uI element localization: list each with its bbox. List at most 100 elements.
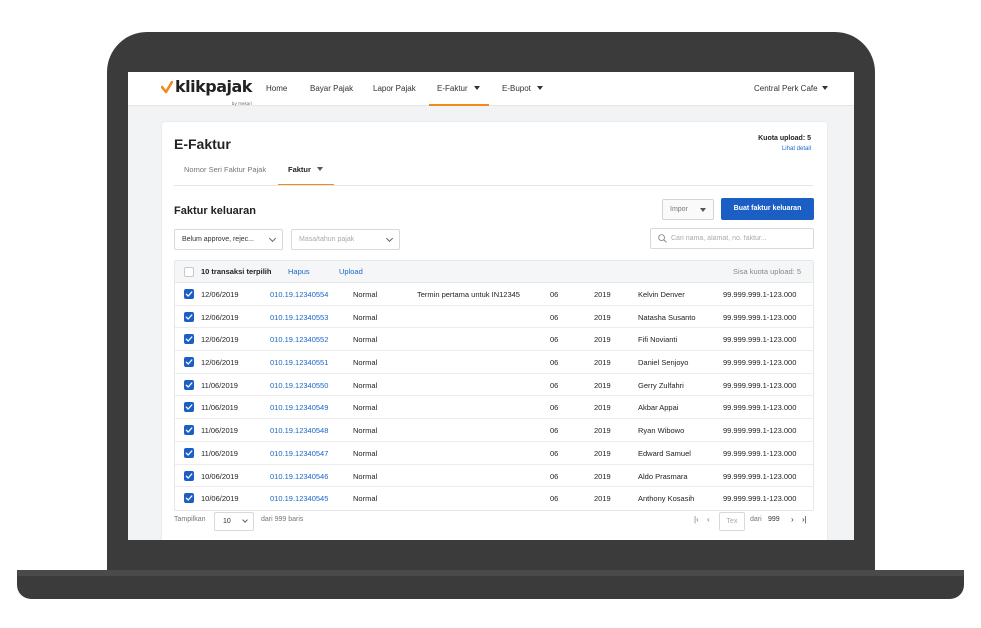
subtab-divider xyxy=(174,185,813,186)
cell-npwp: 99.999.999.1-123.000 xyxy=(723,380,797,390)
cell-month: 06 xyxy=(550,448,559,458)
search-input[interactable] xyxy=(671,232,809,245)
nav-e-faktur[interactable]: E-Faktur xyxy=(429,72,489,106)
check-icon xyxy=(185,450,193,456)
cell-type: Normal xyxy=(353,403,378,413)
first-page-icon[interactable]: |‹ xyxy=(694,515,699,524)
page-title: E-Faktur xyxy=(174,136,231,152)
period-filter-select[interactable]: Masa/tahun pajak xyxy=(291,229,400,250)
subtab-nomor-seri[interactable]: Nomor Seri Faktur Pajak xyxy=(184,162,266,186)
cell-year: 2019 xyxy=(594,380,611,390)
cell-invoice-number[interactable]: 010.19.12340546 xyxy=(270,472,328,481)
table-body: 12/06/2019 010.19.12340554 Normal Termin pe… xyxy=(175,283,813,510)
row-checkbox[interactable] xyxy=(184,470,194,481)
cell-invoice-number[interactable]: 010.19.12340552 xyxy=(270,335,328,344)
upload-selected-link[interactable]: Upload xyxy=(339,267,363,276)
page-number-input[interactable]: Tex xyxy=(719,512,745,531)
last-page-icon[interactable]: ›| xyxy=(802,515,807,524)
create-invoice-button[interactable]: Buat faktur keluaran xyxy=(721,198,814,220)
cell-customer-name: Natasha Susanto xyxy=(638,312,696,322)
logo-check-icon xyxy=(161,81,173,94)
prev-page-icon[interactable]: ‹ xyxy=(707,515,710,524)
nav-home-label: Home xyxy=(266,84,288,93)
cell-date: 12/06/2019 xyxy=(201,335,239,345)
table-row[interactable]: 12/06/2019 010.19.12340553 Normal 06 2019 Nat… xyxy=(175,306,813,329)
row-checkbox[interactable] xyxy=(184,447,194,458)
table-row[interactable]: 12/06/2019 010.19.12340554 Normal Termin pe… xyxy=(175,283,813,306)
select-all-checkbox[interactable] xyxy=(184,267,194,277)
table-row[interactable]: 10/06/2019 010.19.12340545 Normal 06 2019 Ant… xyxy=(175,487,813,510)
company-switcher[interactable]: Central Perk Cafe xyxy=(754,72,828,106)
table-row[interactable]: 12/06/2019 010.19.12340551 Normal 06 2019 Dan… xyxy=(175,351,813,374)
cell-npwp: 99.999.999.1-123.000 xyxy=(723,403,797,413)
brand-logo[interactable]: klikpajak by mekari xyxy=(161,77,252,107)
period-filter-placeholder: Masa/tahun pajak xyxy=(299,236,355,243)
cell-year: 2019 xyxy=(594,312,611,322)
cell-npwp: 99.999.999.1-123.000 xyxy=(723,358,797,368)
page-size-select[interactable]: 10 xyxy=(214,512,254,531)
table-row[interactable]: 11/06/2019 010.19.12340547 Normal 06 2019 Edw… xyxy=(175,442,813,465)
next-page-icon[interactable]: › xyxy=(791,515,794,524)
nav-e-bupot[interactable]: E-Bupot xyxy=(502,72,543,106)
row-checkbox[interactable] xyxy=(184,402,194,413)
row-checkbox[interactable] xyxy=(184,311,194,322)
row-checkbox[interactable] xyxy=(184,357,194,368)
cell-invoice-number[interactable]: 010.19.12340554 xyxy=(270,290,328,299)
cell-date: 12/06/2019 xyxy=(201,290,239,299)
cell-note: Termin pertama untuk IN12345 xyxy=(417,290,520,299)
cell-month: 06 xyxy=(550,494,559,504)
table-row[interactable]: 12/06/2019 010.19.12340552 Normal 06 2019 Fif… xyxy=(175,328,813,352)
remaining-quota: Sisa kuota upload: 5 xyxy=(733,267,801,276)
row-checkbox[interactable] xyxy=(184,379,194,390)
chevron-down-icon xyxy=(268,234,277,243)
row-checkbox[interactable] xyxy=(184,289,194,299)
brand-name: klikpajak by mekari xyxy=(175,77,252,107)
cell-invoice-number[interactable]: 010.19.12340550 xyxy=(270,381,328,390)
nav-home[interactable]: Home xyxy=(266,72,287,106)
row-checkbox[interactable] xyxy=(184,334,194,345)
quota-detail-link[interactable]: Lihat detail xyxy=(782,146,811,152)
cell-invoice-number[interactable]: 010.19.12340549 xyxy=(270,403,328,412)
cell-month: 06 xyxy=(550,426,559,436)
cell-invoice-number[interactable]: 010.19.12340553 xyxy=(270,313,328,322)
cell-npwp: 99.999.999.1-123.000 xyxy=(723,290,797,299)
brand-name-text: klikpajak xyxy=(175,77,252,96)
laptop-base-edge xyxy=(17,570,964,576)
table-row[interactable]: 11/06/2019 010.19.12340550 Normal 06 2019 Ger… xyxy=(175,374,813,397)
cell-date: 10/06/2019 xyxy=(201,471,239,481)
row-checkbox[interactable] xyxy=(184,493,194,504)
status-filter-select[interactable]: Belum approve, rejec... xyxy=(174,229,283,250)
cell-month: 06 xyxy=(550,312,559,322)
cell-invoice-number[interactable]: 010.19.12340551 xyxy=(270,358,328,367)
table-row[interactable]: 10/06/2019 010.19.12340546 Normal 06 2019 Ald… xyxy=(175,465,813,488)
cell-type: Normal xyxy=(353,290,378,299)
cell-month: 06 xyxy=(550,358,559,368)
cell-year: 2019 xyxy=(594,335,611,345)
cell-month: 06 xyxy=(550,290,559,299)
search-box xyxy=(650,228,814,249)
nav-lapor-pajak[interactable]: Lapor Pajak xyxy=(373,72,416,106)
cell-year: 2019 xyxy=(594,290,611,299)
page-size-value: 10 xyxy=(223,518,231,525)
cell-invoice-number[interactable]: 010.19.12340547 xyxy=(270,449,328,458)
subtab-faktur[interactable]: Faktur xyxy=(278,162,334,186)
cell-date: 11/06/2019 xyxy=(201,426,238,436)
row-checkbox[interactable] xyxy=(184,425,194,436)
cell-invoice-number[interactable]: 010.19.12340548 xyxy=(270,426,328,435)
cell-year: 2019 xyxy=(594,403,611,413)
nav-bayar-pajak[interactable]: Bayar Pajak xyxy=(310,72,353,106)
cell-customer-name: Aldo Prasmara xyxy=(638,471,688,481)
cell-invoice-number[interactable]: 010.19.12340545 xyxy=(270,494,328,503)
import-label: Impor xyxy=(670,206,688,213)
import-dropdown-button[interactable]: Impor xyxy=(662,199,714,220)
nav-e-faktur-label: E-Faktur xyxy=(437,84,468,93)
table-row[interactable]: 11/06/2019 010.19.12340548 Normal 06 2019 Rya… xyxy=(175,419,813,442)
table-row[interactable]: 11/06/2019 010.19.12340549 Normal 06 2019 Akb… xyxy=(175,396,813,420)
delete-selected-link[interactable]: Hapus xyxy=(288,267,310,276)
section-title: Faktur keluaran xyxy=(174,205,256,217)
cell-month: 06 xyxy=(550,335,559,345)
chevron-down-icon xyxy=(536,86,543,90)
cell-year: 2019 xyxy=(594,448,611,458)
chevron-down-icon xyxy=(385,234,394,243)
cell-npwp: 99.999.999.1-123.000 xyxy=(723,448,797,458)
